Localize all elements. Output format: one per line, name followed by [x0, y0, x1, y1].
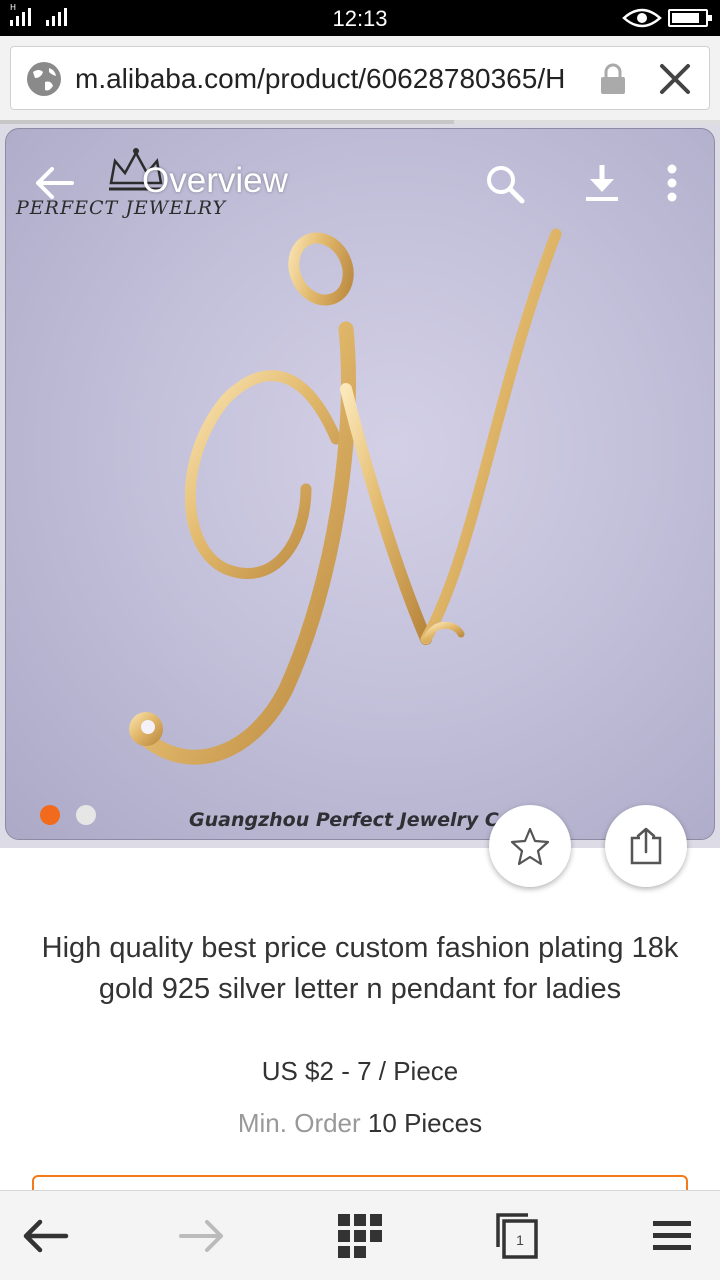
forward-arrow-icon [179, 1220, 223, 1252]
gallery-dot-active[interactable] [40, 805, 60, 825]
nav-apps-button[interactable] [310, 1191, 410, 1280]
battery-level [672, 13, 700, 23]
more-vertical-icon[interactable] [666, 163, 678, 203]
status-bar: H 12:13 [0, 0, 720, 36]
battery-icon [668, 9, 712, 27]
share-button[interactable] [605, 805, 687, 887]
nav-back-button[interactable] [0, 1191, 95, 1280]
product-title: High quality best price custom fashion p… [41, 932, 679, 1005]
product-photo[interactable] [6, 129, 715, 840]
status-time: 12:13 [332, 6, 388, 31]
url-text[interactable]: m.alibaba.com/product/60628780365/H [75, 63, 591, 95]
star-icon [510, 827, 550, 866]
close-icon[interactable] [657, 61, 693, 97]
min-order-value: 10 Pieces [367, 1108, 483, 1138]
search-icon[interactable] [484, 163, 526, 205]
nav-menu-button[interactable] [622, 1191, 720, 1280]
share-icon [630, 827, 662, 865]
min-order-label: Min. Order [237, 1108, 361, 1138]
globe-icon [27, 62, 61, 96]
nav-tabs-button[interactable]: 1 [467, 1191, 567, 1280]
gallery-dot[interactable] [76, 805, 96, 825]
apps-grid-icon [338, 1214, 382, 1258]
min-order: Min. Order 10 Pieces [0, 1108, 720, 1139]
nav-forward-button[interactable] [152, 1191, 252, 1280]
product-image-gallery[interactable]: PERFECT JEWELRY Guangzhou Perfect Jewelr… [5, 128, 715, 840]
product-image-frame: PERFECT JEWELRY Guangzhou Perfect Jewelr… [0, 124, 720, 848]
page-title: Overview [142, 161, 288, 200]
product-price: US $2 - 7 / Piece [261, 1056, 459, 1086]
browser-bottom-nav: 1 [0, 1190, 720, 1280]
address-bar: m.alibaba.com/product/60628780365/H [0, 36, 720, 124]
eye-icon [622, 8, 662, 28]
favorite-button[interactable] [489, 805, 571, 887]
back-arrow-icon[interactable] [32, 163, 76, 203]
watermark-text: Guangzhou Perfect Jewelry Co. [189, 809, 520, 831]
gallery-pagination [40, 805, 96, 825]
tabs-icon: 1 [496, 1213, 538, 1259]
back-arrow-icon [23, 1219, 69, 1253]
tab-count: 1 [516, 1232, 524, 1248]
lock-icon [601, 63, 625, 94]
menu-icon [653, 1221, 691, 1250]
url-field[interactable]: m.alibaba.com/product/60628780365/H [10, 46, 710, 110]
download-icon[interactable] [582, 161, 622, 203]
